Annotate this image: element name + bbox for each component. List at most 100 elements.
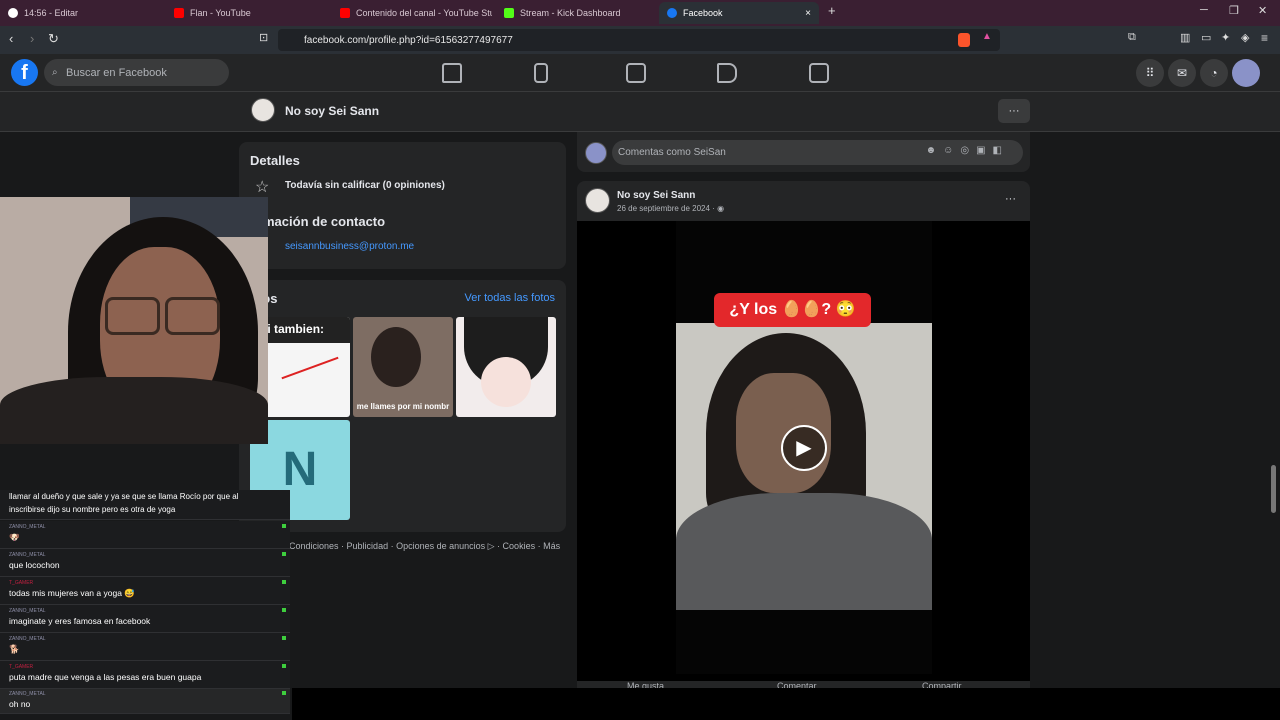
chat-message: T_GAMER puta madre que venga a las pesas…	[0, 661, 290, 689]
extensions-icon[interactable]: ⧉	[1128, 31, 1136, 44]
restore-icon[interactable]: ❐	[1229, 4, 1239, 17]
address-toolbar: ‹ › ↻ ⊡ facebook.com/profile.php?id=6156…	[0, 26, 1280, 54]
chat-text: llamar al dueño y que sale y ya se que s…	[9, 492, 239, 501]
tab-facebook[interactable]: Facebook ×	[659, 2, 819, 24]
chat-username: T_GAMER	[9, 664, 34, 670]
post-date[interactable]: 26 de septiembre de 2024 · ◉	[617, 204, 724, 213]
search-icon: ⌕	[52, 67, 58, 78]
chat-badge-icon	[282, 691, 286, 695]
post-card: No soy Sei Sann 26 de septiembre de 2024…	[577, 181, 1030, 691]
tab-kick-dashboard[interactable]: Stream - Kick Dashboard	[496, 2, 656, 24]
tab-editar[interactable]: 14:56 - Editar	[0, 2, 160, 24]
check-circle-icon	[8, 8, 18, 18]
home-icon[interactable]	[442, 63, 462, 83]
commenter-avatar	[585, 142, 607, 164]
comment-input[interactable]: Comentas como SeiSan ☻☺◎▣◧	[612, 140, 1023, 165]
photo-thumb[interactable]: me llames por mi nombr	[353, 317, 453, 417]
more-options-button[interactable]: ···	[998, 99, 1030, 123]
post-date-text: 26 de septiembre de 2024 ·	[617, 204, 715, 213]
chat-text: que locochon	[9, 560, 60, 570]
chat-message: ZANNO_METAL 🐕	[0, 633, 290, 661]
reload-icon[interactable]: ↻	[48, 31, 59, 47]
youtube-icon	[340, 8, 350, 18]
see-all-photos-link[interactable]: Ver todas las fotos	[465, 292, 556, 304]
video-player[interactable]: ¿Y los 🥚🥚? 😳 ▶	[577, 221, 1030, 681]
chat-badge-icon	[282, 524, 286, 528]
tab-flan-youtube[interactable]: Flan - YouTube	[166, 2, 326, 24]
chat-message: ZANNO_METAL oh no	[0, 689, 290, 714]
photo-thumb[interactable]	[456, 317, 556, 417]
profile-avatar[interactable]	[251, 98, 275, 122]
forward-icon[interactable]: ›	[30, 31, 34, 46]
chat-badge-icon	[282, 580, 286, 584]
chat-username: ZANNO_METAL	[9, 636, 46, 642]
chat-message: ZANNO_METAL que locochon	[0, 549, 290, 577]
chat-text: imaginate y eres famosa en facebook	[9, 616, 151, 626]
profile-name[interactable]: No soy Sei Sann	[285, 104, 379, 118]
sidebar-icon[interactable]: ▥	[1180, 31, 1190, 44]
reels-icon[interactable]	[809, 63, 829, 83]
new-tab-button[interactable]: +	[828, 3, 836, 18]
megaphone-icon[interactable]	[717, 63, 737, 83]
post-author[interactable]: No soy Sei Sann	[617, 190, 695, 201]
tab-label: Contenido del canal - YouTube Studio	[356, 8, 492, 18]
flag-icon[interactable]	[534, 63, 548, 83]
email-link[interactable]: seisannbusiness@proton.me	[285, 241, 414, 252]
notifications-icon[interactable]: ◔	[1200, 59, 1228, 87]
comment-card: Comentas como SeiSan ☻☺◎▣◧	[577, 132, 1030, 172]
chat-username: ZANNO_METAL	[9, 524, 46, 530]
chat-message: ZANNO_METAL 🐶	[0, 521, 290, 549]
brave-shield-icon[interactable]	[958, 33, 970, 47]
chat-username: ZANNO_METAL	[9, 608, 46, 614]
tab-youtube-studio[interactable]: Contenido del canal - YouTube Studio	[332, 2, 492, 24]
chat-message: ZANNO_METAL imaginate y eres famosa en f…	[0, 605, 290, 633]
browser-tab-bar: 14:56 - Editar Flan - YouTube Contenido …	[0, 0, 1280, 26]
globe-icon: ◉	[717, 204, 725, 213]
chat-text: oh no	[9, 699, 31, 709]
account-avatar[interactable]	[1232, 59, 1260, 87]
chat-badge-icon	[282, 608, 286, 612]
bottom-strip	[292, 688, 1280, 720]
details-card: Detalles ☆ Todavía sin calificar (0 opin…	[239, 142, 566, 269]
chat-text: puta madre que venga a las pesas era bue…	[9, 672, 202, 682]
close-window-icon[interactable]: ✕	[1258, 4, 1267, 17]
chat-message: llamar al dueño y que sale y ya se que s…	[0, 490, 290, 520]
comment-tools-icons[interactable]: ☻☺◎▣◧	[926, 145, 1009, 156]
chat-badge-icon	[282, 636, 286, 640]
rating-text: Todavía sin calificar (0 opiniones)	[285, 180, 445, 191]
page-scrollbar[interactable]	[1271, 465, 1276, 513]
wallet-icon[interactable]: ▭	[1201, 31, 1211, 44]
insights-icon[interactable]	[626, 63, 646, 83]
play-icon[interactable]: ▶	[781, 425, 827, 471]
tab-label: Flan - YouTube	[190, 8, 251, 18]
leo-ai-icon[interactable]: ✦	[1221, 31, 1230, 44]
post-author-avatar[interactable]	[585, 188, 610, 213]
chat-message: T_GAMER todas mis mujeres van a yoga 😅	[0, 577, 290, 605]
chat-text: 🐶	[9, 532, 20, 542]
search-placeholder: Buscar en Facebook	[66, 66, 167, 79]
search-input[interactable]: ⌕ Buscar en Facebook	[44, 59, 229, 86]
messenger-icon[interactable]: ✉	[1168, 59, 1196, 87]
url-bar[interactable]: facebook.com/profile.php?id=615632774976…	[278, 29, 1000, 51]
vpn-icon[interactable]: ◈	[1241, 31, 1249, 44]
video-caption: ¿Y los 🥚🥚? 😳	[714, 293, 871, 327]
chat-badge-icon	[282, 552, 286, 556]
contact-title: ormación de contacto	[250, 214, 386, 229]
brave-rewards-icon[interactable]: ▲	[982, 31, 992, 42]
chat-username: ZANNO_METAL	[9, 552, 46, 558]
menu-grid-icon[interactable]: ⠿	[1136, 59, 1164, 87]
chat-badge-icon	[282, 664, 286, 668]
chat-text: todas mis mujeres van a yoga 😅	[9, 588, 135, 598]
menu-icon[interactable]: ≡	[1261, 31, 1268, 45]
facebook-icon	[667, 8, 677, 18]
webcam-overlay	[0, 197, 268, 444]
bookmark-icon[interactable]: ⊡	[259, 31, 268, 44]
kick-icon	[504, 8, 514, 18]
profile-header-bar: No soy Sei Sann ···	[0, 92, 1280, 132]
url-text: facebook.com/profile.php?id=615632774976…	[304, 34, 513, 46]
back-icon[interactable]: ‹	[9, 31, 13, 46]
close-tab-button[interactable]: ×	[805, 8, 811, 19]
facebook-logo[interactable]: f	[11, 59, 38, 86]
post-more-button[interactable]: ···	[1005, 193, 1016, 205]
minimize-icon[interactable]: ─	[1200, 4, 1208, 16]
